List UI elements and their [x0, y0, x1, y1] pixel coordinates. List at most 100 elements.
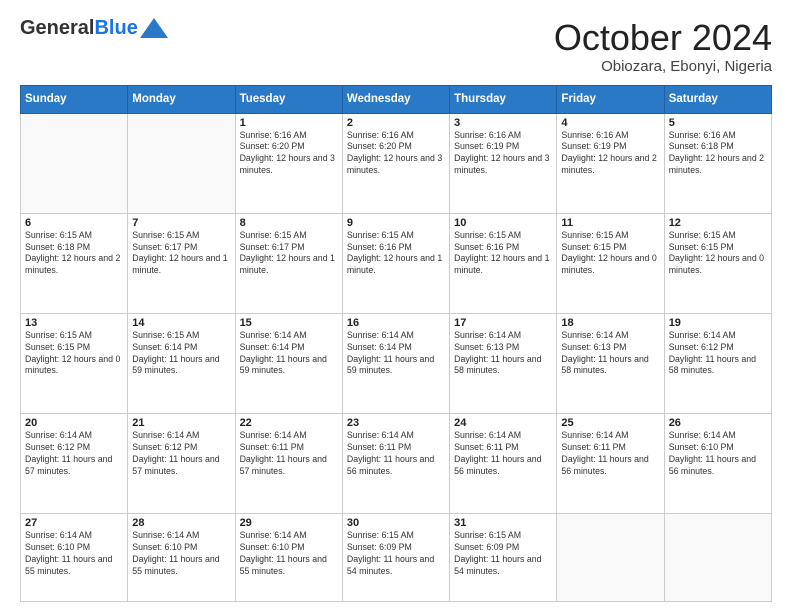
- day-number: 15: [240, 317, 338, 329]
- table-row: 26Sunrise: 6:14 AM Sunset: 6:10 PM Dayli…: [664, 413, 771, 513]
- logo-blue-text: Blue: [94, 18, 137, 38]
- day-info: Sunrise: 6:14 AM Sunset: 6:11 PM Dayligh…: [347, 430, 445, 478]
- table-row: 30Sunrise: 6:15 AM Sunset: 6:09 PM Dayli…: [342, 514, 449, 602]
- day-info: Sunrise: 6:15 AM Sunset: 6:09 PM Dayligh…: [454, 530, 552, 578]
- table-row: 4Sunrise: 6:16 AM Sunset: 6:19 PM Daylig…: [557, 113, 664, 213]
- table-row: 6Sunrise: 6:15 AM Sunset: 6:18 PM Daylig…: [21, 213, 128, 313]
- day-number: 28: [132, 517, 230, 529]
- table-row: 5Sunrise: 6:16 AM Sunset: 6:18 PM Daylig…: [664, 113, 771, 213]
- day-number: 1: [240, 117, 338, 129]
- table-row: 3Sunrise: 6:16 AM Sunset: 6:19 PM Daylig…: [450, 113, 557, 213]
- day-info: Sunrise: 6:16 AM Sunset: 6:19 PM Dayligh…: [454, 130, 552, 178]
- day-number: 12: [669, 217, 767, 229]
- logo-general-text: General: [20, 18, 94, 38]
- day-number: 16: [347, 317, 445, 329]
- calendar-week-row: 20Sunrise: 6:14 AM Sunset: 6:12 PM Dayli…: [21, 413, 772, 513]
- table-row: [557, 514, 664, 602]
- day-info: Sunrise: 6:14 AM Sunset: 6:10 PM Dayligh…: [132, 530, 230, 578]
- table-row: 25Sunrise: 6:14 AM Sunset: 6:11 PM Dayli…: [557, 413, 664, 513]
- day-number: 4: [561, 117, 659, 129]
- day-info: Sunrise: 6:14 AM Sunset: 6:12 PM Dayligh…: [25, 430, 123, 478]
- day-number: 17: [454, 317, 552, 329]
- logo-icon: [140, 18, 168, 38]
- table-row: 8Sunrise: 6:15 AM Sunset: 6:17 PM Daylig…: [235, 213, 342, 313]
- col-saturday: Saturday: [664, 85, 771, 113]
- table-row: [21, 113, 128, 213]
- table-row: 13Sunrise: 6:15 AM Sunset: 6:15 PM Dayli…: [21, 313, 128, 413]
- day-info: Sunrise: 6:15 AM Sunset: 6:17 PM Dayligh…: [240, 230, 338, 278]
- logo-area: GeneralBlue: [20, 18, 168, 38]
- day-number: 29: [240, 517, 338, 529]
- day-number: 25: [561, 417, 659, 429]
- day-number: 11: [561, 217, 659, 229]
- day-number: 24: [454, 417, 552, 429]
- col-monday: Monday: [128, 85, 235, 113]
- table-row: 29Sunrise: 6:14 AM Sunset: 6:10 PM Dayli…: [235, 514, 342, 602]
- table-row: 20Sunrise: 6:14 AM Sunset: 6:12 PM Dayli…: [21, 413, 128, 513]
- day-info: Sunrise: 6:14 AM Sunset: 6:10 PM Dayligh…: [240, 530, 338, 578]
- day-info: Sunrise: 6:16 AM Sunset: 6:18 PM Dayligh…: [669, 130, 767, 178]
- day-number: 6: [25, 217, 123, 229]
- calendar-week-row: 13Sunrise: 6:15 AM Sunset: 6:15 PM Dayli…: [21, 313, 772, 413]
- day-info: Sunrise: 6:16 AM Sunset: 6:20 PM Dayligh…: [347, 130, 445, 178]
- col-wednesday: Wednesday: [342, 85, 449, 113]
- day-number: 10: [454, 217, 552, 229]
- day-number: 18: [561, 317, 659, 329]
- table-row: 15Sunrise: 6:14 AM Sunset: 6:14 PM Dayli…: [235, 313, 342, 413]
- day-info: Sunrise: 6:15 AM Sunset: 6:15 PM Dayligh…: [25, 330, 123, 378]
- table-row: 21Sunrise: 6:14 AM Sunset: 6:12 PM Dayli…: [128, 413, 235, 513]
- table-row: 23Sunrise: 6:14 AM Sunset: 6:11 PM Dayli…: [342, 413, 449, 513]
- table-row: 27Sunrise: 6:14 AM Sunset: 6:10 PM Dayli…: [21, 514, 128, 602]
- day-info: Sunrise: 6:14 AM Sunset: 6:12 PM Dayligh…: [669, 330, 767, 378]
- day-number: 23: [347, 417, 445, 429]
- day-info: Sunrise: 6:14 AM Sunset: 6:10 PM Dayligh…: [25, 530, 123, 578]
- day-info: Sunrise: 6:14 AM Sunset: 6:13 PM Dayligh…: [561, 330, 659, 378]
- logo: GeneralBlue: [20, 18, 168, 38]
- table-row: 16Sunrise: 6:14 AM Sunset: 6:14 PM Dayli…: [342, 313, 449, 413]
- table-row: 28Sunrise: 6:14 AM Sunset: 6:10 PM Dayli…: [128, 514, 235, 602]
- day-number: 30: [347, 517, 445, 529]
- day-info: Sunrise: 6:14 AM Sunset: 6:14 PM Dayligh…: [347, 330, 445, 378]
- table-row: [664, 514, 771, 602]
- location: Obiozara, Ebonyi, Nigeria: [554, 58, 772, 75]
- table-row: 19Sunrise: 6:14 AM Sunset: 6:12 PM Dayli…: [664, 313, 771, 413]
- calendar-header-row: Sunday Monday Tuesday Wednesday Thursday…: [21, 85, 772, 113]
- day-number: 14: [132, 317, 230, 329]
- day-number: 26: [669, 417, 767, 429]
- day-number: 3: [454, 117, 552, 129]
- table-row: 12Sunrise: 6:15 AM Sunset: 6:15 PM Dayli…: [664, 213, 771, 313]
- table-row: 31Sunrise: 6:15 AM Sunset: 6:09 PM Dayli…: [450, 514, 557, 602]
- day-info: Sunrise: 6:15 AM Sunset: 6:15 PM Dayligh…: [669, 230, 767, 278]
- table-row: 18Sunrise: 6:14 AM Sunset: 6:13 PM Dayli…: [557, 313, 664, 413]
- day-info: Sunrise: 6:14 AM Sunset: 6:10 PM Dayligh…: [669, 430, 767, 478]
- day-info: Sunrise: 6:14 AM Sunset: 6:12 PM Dayligh…: [132, 430, 230, 478]
- col-thursday: Thursday: [450, 85, 557, 113]
- table-row: 24Sunrise: 6:14 AM Sunset: 6:11 PM Dayli…: [450, 413, 557, 513]
- day-number: 2: [347, 117, 445, 129]
- table-row: 2Sunrise: 6:16 AM Sunset: 6:20 PM Daylig…: [342, 113, 449, 213]
- day-number: 8: [240, 217, 338, 229]
- day-number: 5: [669, 117, 767, 129]
- day-info: Sunrise: 6:15 AM Sunset: 6:17 PM Dayligh…: [132, 230, 230, 278]
- page: GeneralBlue October 2024 Obiozara, Ebony…: [0, 0, 792, 612]
- day-info: Sunrise: 6:15 AM Sunset: 6:16 PM Dayligh…: [347, 230, 445, 278]
- day-number: 9: [347, 217, 445, 229]
- table-row: 22Sunrise: 6:14 AM Sunset: 6:11 PM Dayli…: [235, 413, 342, 513]
- table-row: 9Sunrise: 6:15 AM Sunset: 6:16 PM Daylig…: [342, 213, 449, 313]
- day-info: Sunrise: 6:15 AM Sunset: 6:09 PM Dayligh…: [347, 530, 445, 578]
- table-row: 7Sunrise: 6:15 AM Sunset: 6:17 PM Daylig…: [128, 213, 235, 313]
- table-row: [128, 113, 235, 213]
- title-area: October 2024 Obiozara, Ebonyi, Nigeria: [554, 18, 772, 75]
- day-info: Sunrise: 6:16 AM Sunset: 6:19 PM Dayligh…: [561, 130, 659, 178]
- day-number: 22: [240, 417, 338, 429]
- day-info: Sunrise: 6:16 AM Sunset: 6:20 PM Dayligh…: [240, 130, 338, 178]
- day-info: Sunrise: 6:14 AM Sunset: 6:11 PM Dayligh…: [240, 430, 338, 478]
- day-number: 7: [132, 217, 230, 229]
- calendar-week-row: 1Sunrise: 6:16 AM Sunset: 6:20 PM Daylig…: [21, 113, 772, 213]
- day-number: 19: [669, 317, 767, 329]
- calendar-week-row: 6Sunrise: 6:15 AM Sunset: 6:18 PM Daylig…: [21, 213, 772, 313]
- month-title: October 2024: [554, 18, 772, 58]
- day-info: Sunrise: 6:14 AM Sunset: 6:11 PM Dayligh…: [454, 430, 552, 478]
- day-info: Sunrise: 6:15 AM Sunset: 6:15 PM Dayligh…: [561, 230, 659, 278]
- table-row: 17Sunrise: 6:14 AM Sunset: 6:13 PM Dayli…: [450, 313, 557, 413]
